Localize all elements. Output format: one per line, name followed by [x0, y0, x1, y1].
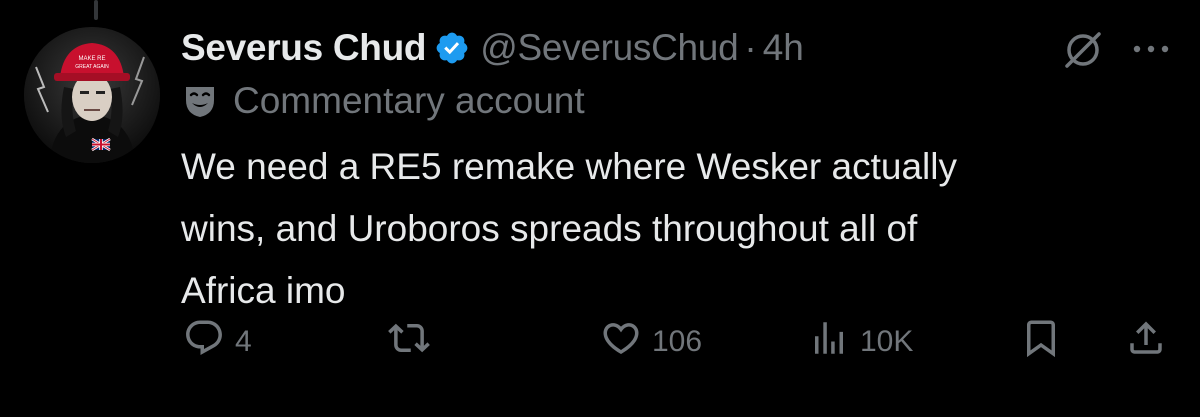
tweet-content: Severus Chud @SeverusChud · 4h Commentar…: [181, 22, 1171, 322]
avatar-image: MAKE RE GREAT AGAIN: [24, 27, 160, 163]
bookmark-icon: [1020, 317, 1062, 367]
tweet-text: We need a RE5 remake where Wesker actual…: [181, 136, 1141, 322]
thread-connector-line: [94, 0, 98, 20]
handle[interactable]: @SeverusChud: [480, 27, 738, 69]
views-icon: [808, 317, 850, 367]
avatar[interactable]: MAKE RE GREAT AGAIN: [24, 27, 160, 163]
separator-dot: ·: [744, 27, 757, 68]
tweet-header: Severus Chud @SeverusChud · 4h: [181, 22, 1171, 74]
avatar-hat-text-2: GREAT AGAIN: [75, 64, 109, 70]
share-icon: [1125, 317, 1167, 367]
verified-badge-icon[interactable]: [434, 30, 470, 66]
like-count: 106: [652, 325, 703, 358]
timestamp[interactable]: 4h: [763, 27, 804, 69]
label-text: Commentary account: [233, 80, 585, 121]
avatar-hat-text-1: MAKE RE: [78, 56, 105, 62]
display-name[interactable]: Severus Chud: [181, 27, 427, 69]
account-label[interactable]: Commentary account: [181, 76, 1171, 126]
repost-button[interactable]: [388, 312, 440, 372]
like-button[interactable]: 106: [600, 312, 702, 372]
action-bar: 4 106 10K: [0, 312, 1200, 372]
share-button[interactable]: [1125, 312, 1167, 372]
tweet-text-line-1: We need a RE5 remake where Wesker actual…: [181, 146, 957, 187]
heart-icon: [600, 317, 642, 367]
reply-button[interactable]: 4: [183, 312, 252, 372]
repost-icon: [388, 317, 430, 367]
theater-masks-icon: [181, 82, 219, 120]
grok-icon[interactable]: [1061, 28, 1105, 72]
views-count: 10K: [860, 325, 914, 358]
more-icon[interactable]: [1129, 34, 1173, 64]
union-jack-icon: [91, 137, 111, 152]
reply-icon: [183, 317, 225, 367]
reply-count: 4: [235, 325, 252, 358]
bookmark-button[interactable]: [1020, 312, 1062, 372]
tweet-text-line-2: wins, and Uroboros spreads throughout al…: [181, 208, 918, 249]
views-button[interactable]: 10K: [808, 312, 913, 372]
